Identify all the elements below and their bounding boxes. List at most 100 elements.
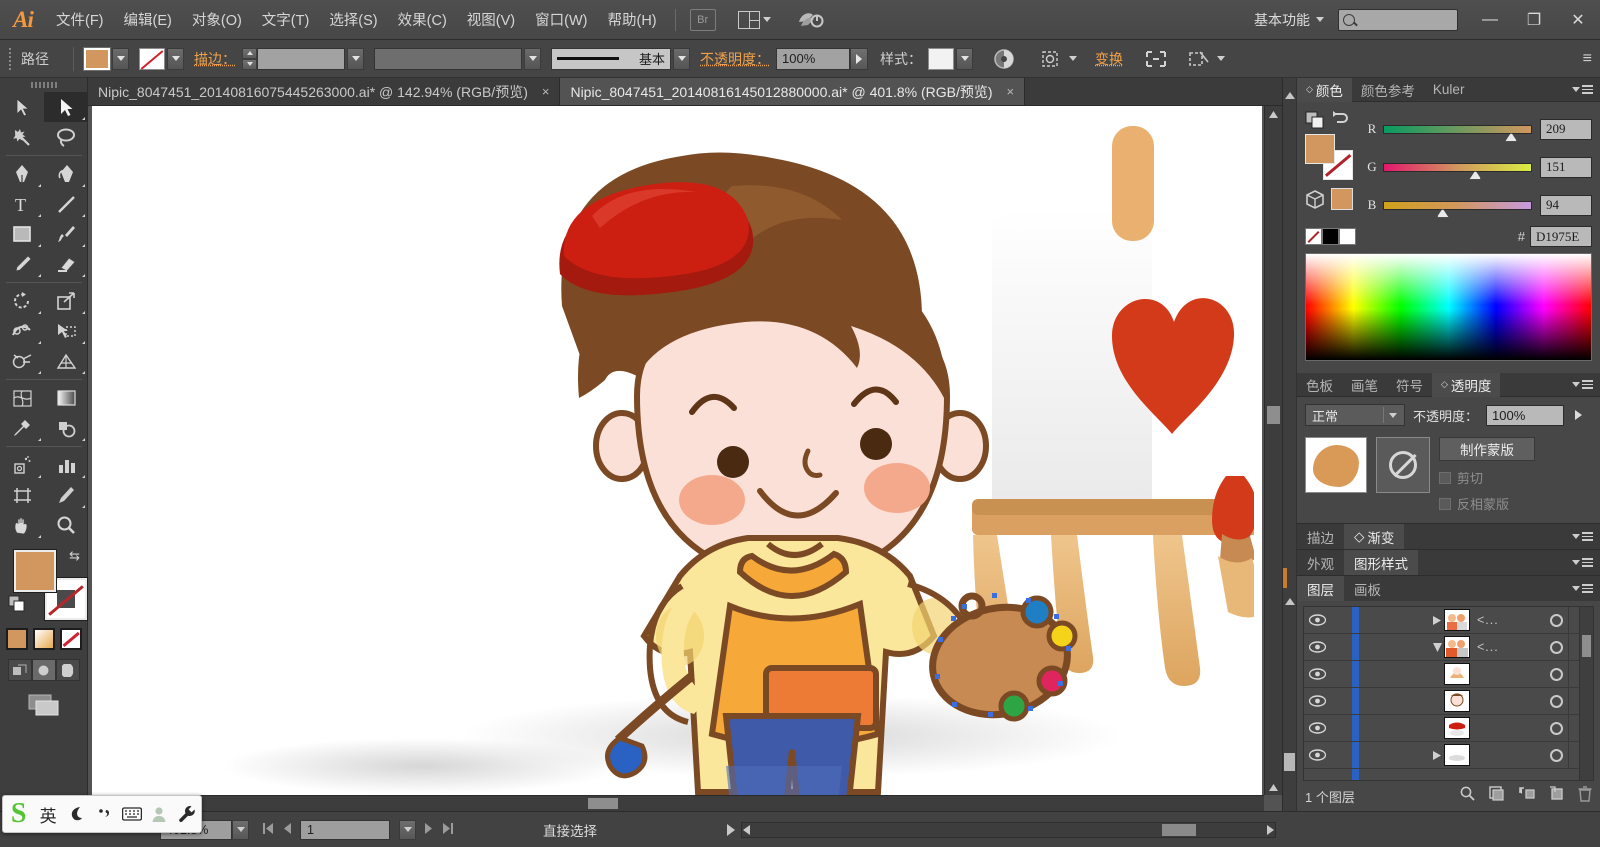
ime-mode-label[interactable]: 英: [34, 796, 62, 832]
make-clipping-mask-icon[interactable]: [1489, 786, 1504, 806]
curvature-tool[interactable]: [44, 159, 88, 189]
stroke-weight-field[interactable]: [257, 47, 345, 70]
zoom-tool[interactable]: [44, 510, 88, 540]
eraser-tool[interactable]: [44, 249, 88, 279]
swap-fill-stroke-icon[interactable]: ⇆: [69, 548, 80, 564]
arrange-documents-button[interactable]: [737, 10, 771, 29]
close-button[interactable]: ✕: [1556, 0, 1600, 40]
object-thumbnail[interactable]: [1305, 437, 1367, 493]
search-input[interactable]: [1338, 8, 1458, 31]
shape-builder-tool[interactable]: [0, 346, 44, 376]
color-last-used-swatch[interactable]: [1331, 188, 1353, 210]
horizontal-scroll-thumb[interactable]: [588, 798, 618, 809]
gradient-tool[interactable]: [44, 383, 88, 413]
table-row[interactable]: [1304, 688, 1593, 715]
tab-kuler[interactable]: Kuler: [1424, 78, 1474, 102]
type-tool[interactable]: T: [0, 189, 44, 219]
tab-symbols[interactable]: 符号: [1387, 373, 1432, 397]
hand-tool[interactable]: [0, 510, 44, 540]
scroll-left-icon[interactable]: [743, 824, 750, 835]
layers-scrollbar[interactable]: [1579, 607, 1593, 780]
paintbrush-tool[interactable]: [44, 219, 88, 249]
invert-mask-checkbox[interactable]: [1439, 497, 1451, 510]
status-scroll-thumb[interactable]: [1162, 823, 1196, 836]
appearance-panel-menu-icon[interactable]: [1572, 558, 1593, 567]
hex-field[interactable]: D1975E: [1530, 226, 1592, 247]
layer-name[interactable]: <...: [1477, 613, 1499, 627]
layer-thumbnail[interactable]: [1444, 663, 1470, 685]
brush-definition-field[interactable]: 基本: [551, 47, 671, 70]
scroll-right-icon[interactable]: [1267, 824, 1274, 835]
gradient-panel-menu-icon[interactable]: [1572, 532, 1593, 541]
brush-definition-dropdown[interactable]: [673, 47, 690, 70]
expand-triangle-icon[interactable]: [1430, 615, 1444, 625]
layer-thumbnail[interactable]: [1444, 609, 1470, 631]
collapse-arrow-icon-2[interactable]: [1285, 598, 1295, 605]
layer-thumbnail[interactable]: [1444, 744, 1470, 766]
artboard[interactable]: [92, 106, 1262, 795]
column-graph-tool[interactable]: [44, 450, 88, 480]
perspective-grid-tool[interactable]: [44, 346, 88, 376]
target-circle-icon[interactable]: [1550, 667, 1563, 681]
status-menu-arrow-icon[interactable]: [727, 823, 735, 836]
eye-icon[interactable]: [1304, 641, 1330, 653]
scroll-down-icon[interactable]: [1265, 779, 1282, 795]
graphic-style-swatch[interactable]: [928, 47, 954, 70]
graphic-style-dropdown[interactable]: [956, 47, 973, 70]
rotate-tool[interactable]: [0, 286, 44, 316]
tab-color[interactable]: ◇ 颜色: [1297, 77, 1352, 102]
slider-value-g[interactable]: 151: [1540, 156, 1592, 178]
transparency-opacity-arrow[interactable]: [1575, 410, 1583, 420]
close-icon[interactable]: ×: [542, 84, 550, 99]
dock-collapse-rail[interactable]: [1283, 78, 1297, 811]
transparency-panel-menu-icon[interactable]: [1572, 380, 1593, 389]
draw-normal-icon[interactable]: [7, 659, 32, 681]
blend-mode-select[interactable]: 正常: [1305, 404, 1405, 426]
slice-tool[interactable]: [44, 480, 88, 510]
eye-icon[interactable]: [1304, 695, 1330, 707]
bridge-icon[interactable]: Br: [689, 8, 716, 31]
tab-brushes[interactable]: 画笔: [1342, 373, 1387, 397]
previous-artboard-icon[interactable]: [283, 822, 291, 837]
create-new-sublayer-icon[interactable]: [1518, 786, 1535, 806]
stroke-weight-dropdown[interactable]: [347, 47, 364, 70]
target-circle-icon[interactable]: [1550, 640, 1563, 654]
sogou-logo-icon[interactable]: S: [3, 796, 34, 832]
document-tab-2[interactable]: Nipic_8047451_20140816145012880000.ai* @…: [560, 78, 1026, 105]
user-icon[interactable]: [145, 796, 173, 832]
workspace-chevron-icon[interactable]: [1316, 17, 1324, 22]
target-circle-icon[interactable]: [1550, 721, 1563, 735]
scroll-up-icon[interactable]: [1265, 106, 1282, 122]
align-selection-icon[interactable]: [1037, 47, 1063, 71]
color-fill-swatch[interactable]: [1305, 134, 1335, 164]
locate-object-icon[interactable]: [1460, 786, 1475, 806]
variable-width-dropdown[interactable]: [524, 47, 541, 70]
selection-tool[interactable]: [0, 92, 44, 122]
artboard-tool[interactable]: [0, 480, 44, 510]
toolbox-grip[interactable]: [0, 78, 87, 92]
gradient-button[interactable]: [32, 628, 55, 650]
stroke-dropdown-arrow[interactable]: [167, 47, 184, 70]
menu-effect[interactable]: 效果(C): [388, 0, 457, 40]
last-artboard-icon[interactable]: [442, 822, 453, 837]
swatch-none[interactable]: [1305, 228, 1322, 245]
first-artboard-icon[interactable]: [263, 822, 274, 837]
menu-select[interactable]: 选择(S): [319, 0, 387, 40]
menu-window[interactable]: 窗口(W): [525, 0, 597, 40]
color-cube-icon[interactable]: [1305, 190, 1325, 215]
layers-panel-menu-icon[interactable]: [1572, 584, 1593, 593]
table-row[interactable]: [1304, 742, 1593, 769]
tab-swatches[interactable]: 色板: [1297, 373, 1342, 397]
control-bar-grip[interactable]: [8, 47, 15, 71]
clip-row[interactable]: 剪切: [1439, 468, 1592, 487]
none-button[interactable]: [59, 628, 82, 650]
mask-icon[interactable]: [1185, 47, 1211, 71]
scale-tool[interactable]: [44, 286, 88, 316]
swap-colors-icon[interactable]: [1305, 110, 1351, 135]
tab-appearance[interactable]: 外观: [1297, 550, 1344, 576]
color-spectrum[interactable]: [1305, 253, 1592, 361]
close-icon[interactable]: ×: [1007, 84, 1015, 99]
fill-color-control[interactable]: [83, 46, 129, 71]
mesh-tool[interactable]: [0, 383, 44, 413]
screen-mode-button[interactable]: [0, 693, 87, 717]
